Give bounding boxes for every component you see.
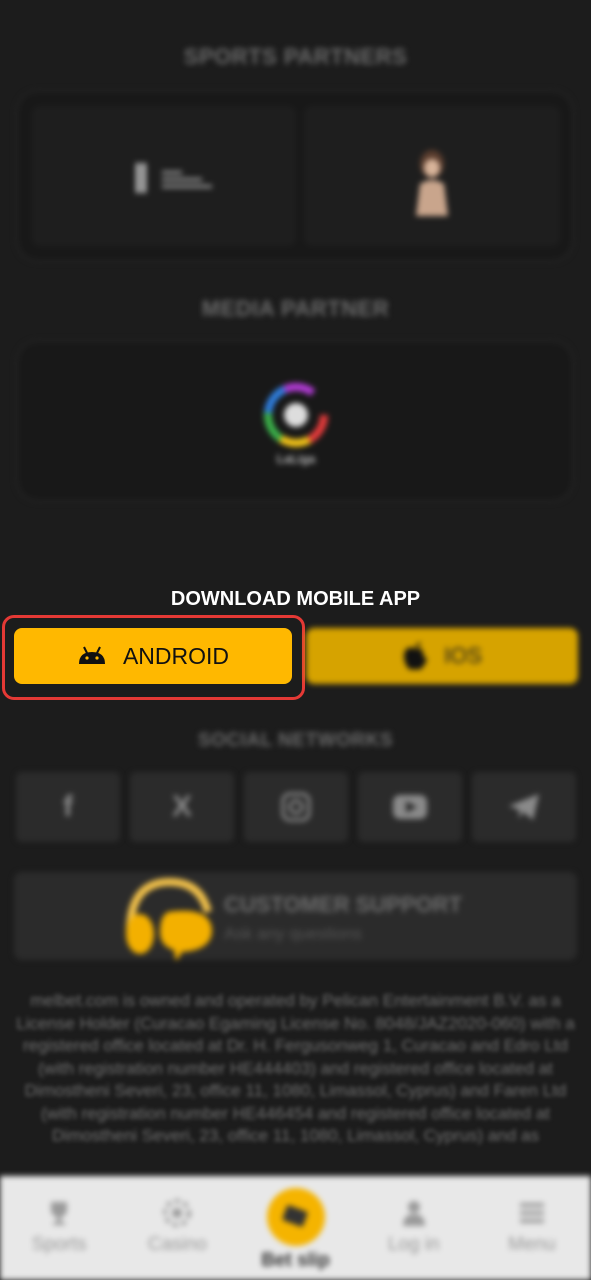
menu-icon <box>517 1198 547 1228</box>
facebook-icon: f <box>63 790 73 823</box>
user-icon <box>399 1198 429 1228</box>
tab-sports-label: Sports <box>31 1234 87 1255</box>
customer-support-card[interactable]: CUSTOMER SUPPORT Ask any questions <box>14 872 577 960</box>
sports-partners-panel <box>16 90 574 262</box>
tab-menu-label: Menu <box>508 1234 556 1255</box>
ios-button-label: IOS <box>444 643 482 668</box>
x-icon: X <box>171 790 192 823</box>
trophy-icon <box>44 1198 74 1228</box>
laliga-logo-text: LaLiga <box>276 452 316 466</box>
customer-support-subtitle: Ask any questions <box>224 924 362 943</box>
media-partner-title: MEDIA PARTNER <box>201 296 390 321</box>
tab-login[interactable]: Log in <box>355 1176 473 1280</box>
athlete-photo-icon <box>416 150 448 216</box>
customer-support-title: CUSTOMER SUPPORT <box>224 892 462 917</box>
android-button-highlight <box>2 615 305 700</box>
casino-chip-icon <box>162 1198 192 1228</box>
sports-partner-card-2[interactable] <box>304 106 560 246</box>
sports-partners-title: SPORTS PARTNERS <box>183 44 408 69</box>
tab-casino[interactable]: Casino <box>118 1176 236 1280</box>
bottom-tab-bar: Sports Casino Bet slip Log in Menu <box>0 1176 591 1280</box>
legal-text: melbet.com is owned and operated by Peli… <box>16 991 575 1145</box>
laliga-logo-icon <box>264 383 328 447</box>
sports-partner-card-1[interactable] <box>32 106 296 246</box>
youtube-button[interactable] <box>358 772 462 842</box>
tab-menu[interactable]: Menu <box>473 1176 591 1280</box>
media-partner-panel[interactable]: LaLiga <box>16 340 574 502</box>
social-networks-title: SOCIAL NETWORKS <box>197 730 394 751</box>
instagram-button[interactable] <box>244 772 348 842</box>
x-button[interactable]: X <box>130 772 234 842</box>
telegram-icon <box>509 794 539 820</box>
tab-sports[interactable]: Sports <box>0 1176 118 1280</box>
juventus-logo-icon <box>136 163 212 193</box>
facebook-button[interactable]: f <box>16 772 120 842</box>
tab-login-label: Log in <box>387 1234 440 1255</box>
youtube-icon <box>393 795 427 819</box>
tab-casino-label: Casino <box>147 1234 207 1255</box>
apple-icon <box>404 642 428 670</box>
tab-betslip[interactable]: Bet slip <box>236 1176 354 1280</box>
betslip-ticket-icon <box>266 1188 325 1246</box>
download-app-title: DOWNLOAD MOBILE APP <box>170 588 421 610</box>
ios-download-button[interactable]: IOS <box>306 628 578 684</box>
tab-betslip-label: Bet slip <box>261 1250 330 1271</box>
telegram-button[interactable] <box>472 772 576 842</box>
instagram-icon <box>281 792 311 822</box>
headset-icon <box>126 877 212 960</box>
